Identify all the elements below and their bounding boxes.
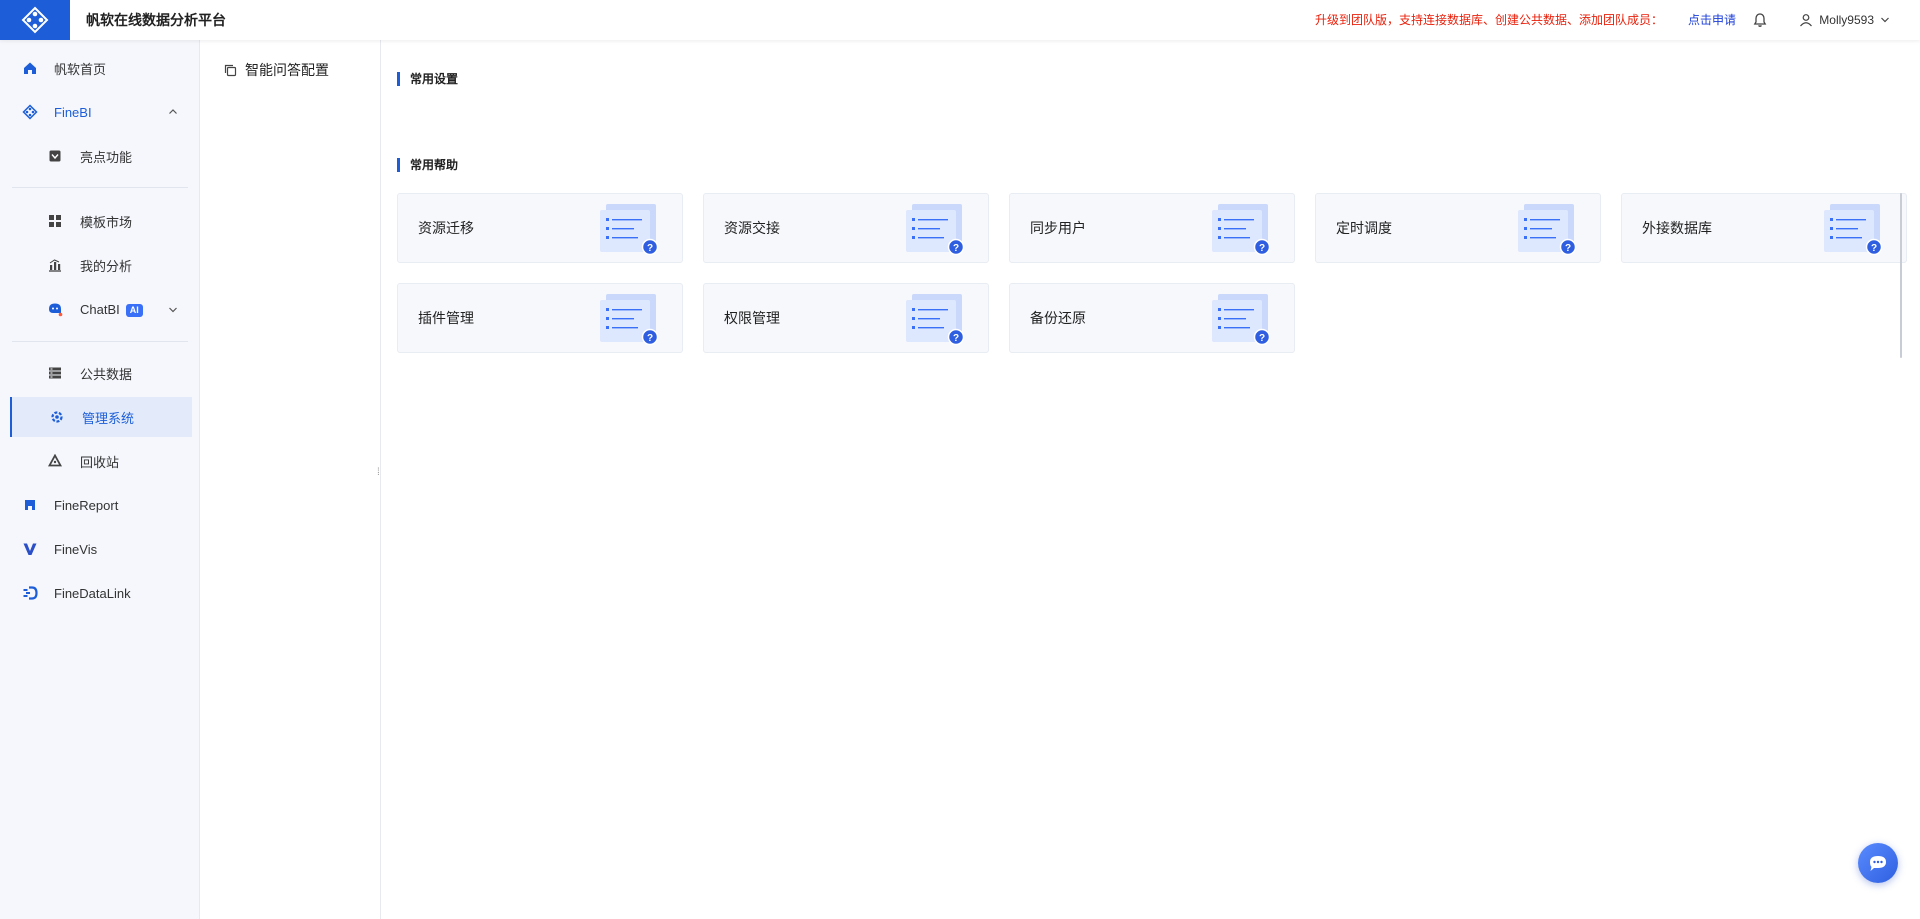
nav-finereport-label: FineReport [54,497,119,513]
svg-text:?: ? [1565,243,1571,254]
nav-home[interactable]: 帆软首页 [0,48,200,88]
nav-finebi-label: FineBI [54,104,92,120]
divider [12,187,188,188]
highlight-icon [47,148,63,164]
nav-recycle-bin-label: 回收站 [80,454,120,470]
top-header: 帆软在线数据分析平台 升级到团队版，支持连接数据库、创建公共数据、添加团队成员：… [0,0,1920,40]
finebi-icon [22,104,38,120]
nav-finebi[interactable]: FineBI [0,92,200,132]
help-card[interactable]: 定时调度? [1315,193,1601,263]
help-card-label: 资源交接 [724,220,780,236]
admin-subpanel: 智能问答配置 [200,40,381,919]
ai-badge: AI [125,303,143,317]
help-document-icon: ? [598,202,660,256]
svg-text:?: ? [953,243,959,254]
gear-icon [49,409,65,425]
common-settings-title: 常用设置 [397,72,458,86]
help-card-label: 外接数据库 [1642,220,1712,236]
nav-my-analysis-label: 我的分析 [80,258,133,274]
svg-text:?: ? [647,333,653,344]
nav-admin-system[interactable]: 管理系统 [10,397,192,437]
bell-icon[interactable] [1752,12,1768,28]
divider [12,341,188,342]
finedatalink-icon [22,585,38,601]
help-card-label: 同步用户 [1030,220,1086,236]
nav-finevis[interactable]: FineVis [0,529,200,569]
nav-recycle-bin[interactable]: 回收站 [0,441,200,481]
analysis-chart-icon [47,257,63,273]
help-document-icon: ? [1516,202,1578,256]
apply-link[interactable]: 点击申请 [1688,0,1736,40]
svg-text:?: ? [1871,243,1877,254]
database-icon [47,365,63,381]
fanruan-logo[interactable] [0,0,70,40]
user-icon [1800,14,1813,27]
help-document-icon: ? [904,202,966,256]
help-card-label: 插件管理 [418,310,474,326]
help-card[interactable]: 外接数据库? [1621,193,1907,263]
nav-my-analysis[interactable]: 我的分析 [0,245,200,285]
nav-public-data[interactable]: 公共数据 [0,353,200,393]
help-card-label: 权限管理 [724,310,780,326]
help-card[interactable]: 权限管理? [703,283,989,353]
chatbi-robot-icon [47,301,63,317]
help-card[interactable]: 资源交接? [703,193,989,263]
grid-icon [47,213,63,229]
finereport-icon [22,497,38,513]
help-document-icon: ? [904,292,966,346]
svg-text:?: ? [647,243,653,254]
help-card-label: 备份还原 [1030,310,1086,326]
nav-home-label: 帆软首页 [54,61,107,77]
smart-qa-config-label: 智能问答配置 [245,62,329,78]
help-document-icon: ? [1210,292,1272,346]
help-document-icon: ? [1210,202,1272,256]
nav-highlights-label: 亮点功能 [80,149,133,165]
nav-chatbi-label: ChatBI AI [80,302,143,317]
help-card[interactable]: 插件管理? [397,283,683,353]
chevron-down-icon [169,307,177,313]
svg-text:?: ? [1259,333,1265,344]
nav-public-data-label: 公共数据 [80,366,133,382]
username: Molly9593 [1819,13,1874,27]
main-content: 常用设置 常用帮助 资源迁移? 资源交接? 同步用户? 定时调度? 外接数据库? 插件管理… [381,40,1920,919]
common-help-title: 常用帮助 [397,158,458,172]
help-card[interactable]: 备份还原? [1009,283,1295,353]
copy-icon [224,64,237,76]
help-document-icon: ? [598,292,660,346]
nav-finevis-label: FineVis [54,541,98,557]
nav-highlights[interactable]: 亮点功能 [0,136,200,176]
nav-finereport[interactable]: FineReport [0,485,200,525]
recycle-icon [47,453,63,469]
finevis-icon [22,541,38,557]
chatbi-text: ChatBI [80,301,120,317]
user-menu[interactable]: Molly9593 [1799,0,1890,40]
scrollbar[interactable] [1900,193,1902,358]
nav-template-market[interactable]: 模板市场 [0,201,200,241]
sidebar: 帆软首页 FineBI 亮点功能 模板市场 我的分析 ChatBI AI 公共数… [0,40,200,919]
home-icon [22,60,38,76]
nav-chatbi[interactable]: ChatBI AI [0,289,200,329]
nav-admin-system-label: 管理系统 [82,410,135,426]
chat-bubble-icon [1870,856,1886,871]
nav-finedatalink[interactable]: FineDataLink [0,573,200,613]
nav-template-market-label: 模板市场 [80,214,133,230]
logo-diamond-icon [21,6,49,34]
help-card[interactable]: 同步用户? [1009,193,1295,263]
app-title: 帆软在线数据分析平台 [86,12,226,28]
chevron-down-icon [1881,17,1889,23]
smart-qa-config-item[interactable]: 智能问答配置 [224,60,329,80]
chat-assistant-button[interactable] [1858,843,1898,883]
help-card-label: 资源迁移 [418,220,474,236]
help-card-label: 定时调度 [1336,220,1392,236]
upgrade-promo-text: 升级到团队版，支持连接数据库、创建公共数据、添加团队成员： [1314,13,1663,27]
chevron-up-icon [169,109,177,114]
svg-text:?: ? [953,333,959,344]
help-document-icon: ? [1822,202,1884,256]
svg-text:?: ? [1259,243,1265,254]
help-card[interactable]: 资源迁移? [397,193,683,263]
nav-finedatalink-label: FineDataLink [54,585,131,601]
